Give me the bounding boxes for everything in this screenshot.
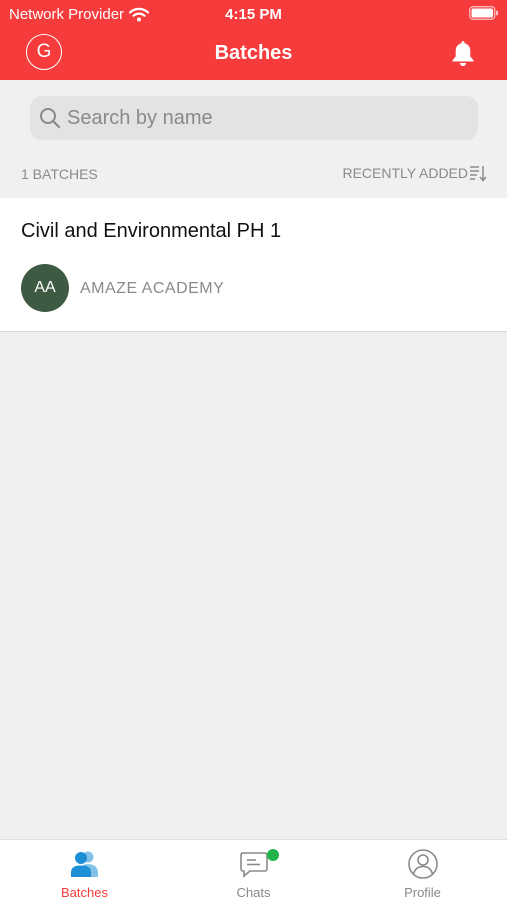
academy-avatar: AA [21, 264, 69, 312]
profile-icon [407, 849, 438, 879]
batch-title: Civil and Environmental PH 1 [21, 220, 282, 242]
academy-name: AMAZE ACADEMY [80, 280, 225, 297]
search-input[interactable] [67, 96, 467, 140]
sort-label: RECENTLY ADDED [342, 165, 468, 181]
people-icon [70, 851, 98, 877]
tab-chats[interactable]: Chats [169, 840, 338, 901]
app-header: Network Provider 4:15 PM G Batches [0, 0, 507, 80]
search-bar[interactable] [30, 96, 478, 140]
tab-batches[interactable]: Batches [0, 840, 169, 901]
battery-icon [469, 6, 498, 20]
tab-label: Chats [236, 885, 271, 900]
status-time: 4:15 PM [225, 6, 282, 23]
batch-card[interactable]: Civil and Environmental PH 1 AA AMAZE AC… [0, 198, 507, 332]
search-icon [40, 108, 61, 129]
notification-bell-icon[interactable] [450, 39, 476, 67]
page-title: Batches [214, 42, 293, 64]
tab-label: Profile [404, 885, 441, 900]
sort-button[interactable]: RECENTLY ADDED [342, 164, 487, 182]
sort-icon [470, 166, 487, 182]
batch-count-label: 1 BATCHES [21, 166, 98, 182]
chat-icon [239, 852, 268, 878]
status-bar: Network Provider 4:15 PM [0, 0, 507, 28]
academy-initials: AA [34, 279, 56, 296]
tab-profile[interactable]: Profile [338, 840, 507, 901]
unread-badge [267, 849, 279, 861]
bottom-tab-bar: Batches Chats Profile [0, 839, 507, 901]
tab-label: Batches [61, 885, 108, 900]
